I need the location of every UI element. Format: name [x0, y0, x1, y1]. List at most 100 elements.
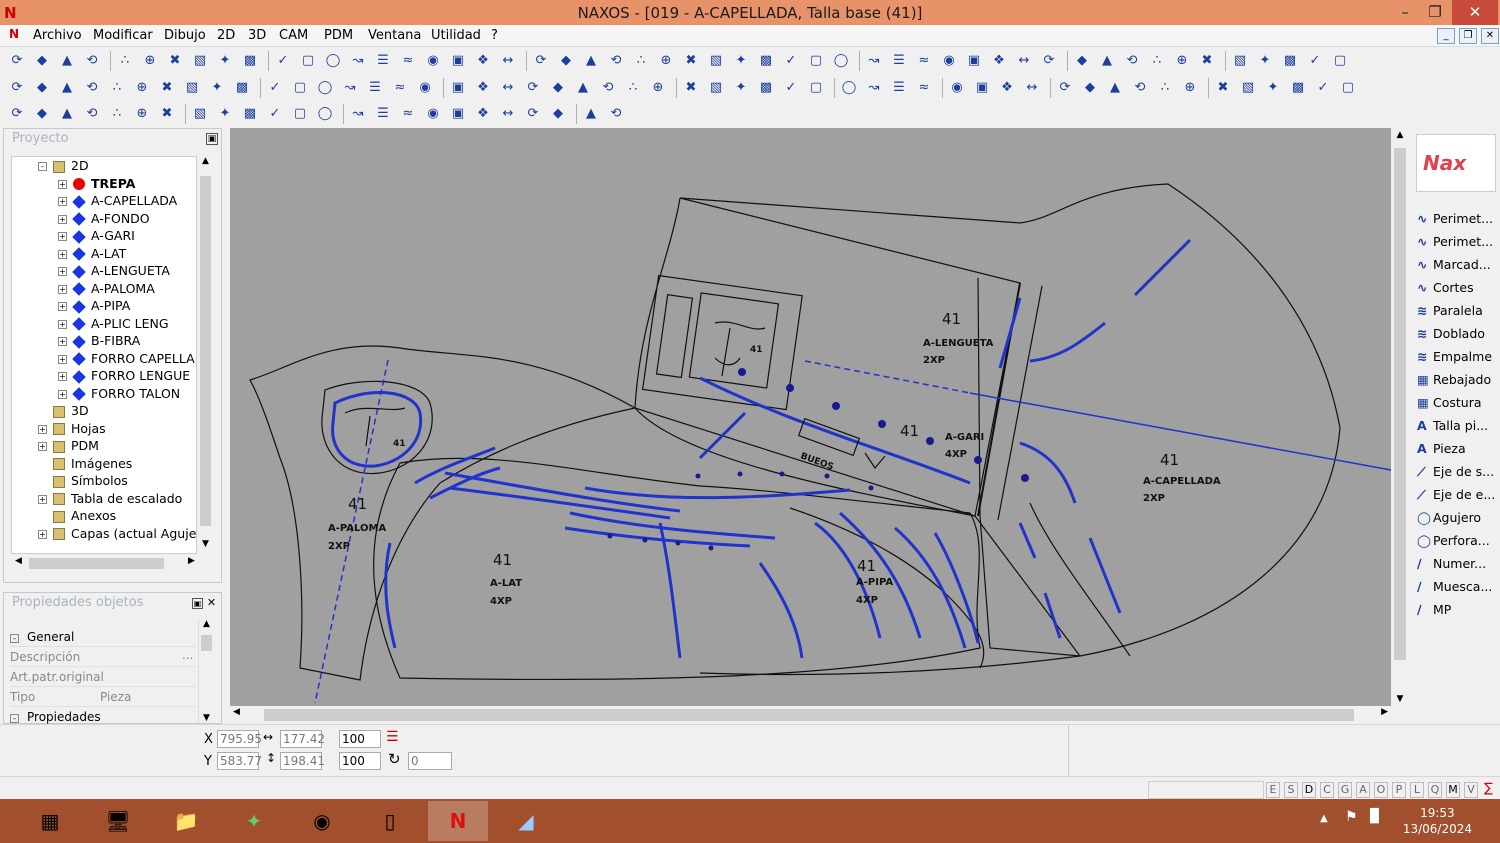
- angle-field[interactable]: 0: [408, 752, 452, 770]
- toolbar-tool-icon[interactable]: ▩: [1281, 52, 1299, 70]
- toolbar-tool-icon[interactable]: ∴: [1148, 52, 1166, 70]
- toolbar-tool-icon[interactable]: ✦: [1264, 79, 1282, 97]
- toolbar-tool-icon[interactable]: ⟲: [83, 52, 101, 70]
- tree-node[interactable]: + B-FIBRA: [58, 332, 140, 349]
- status-toggle-m[interactable]: M: [1446, 782, 1460, 798]
- toolbar-tool-icon[interactable]: ▩: [757, 79, 775, 97]
- tree-node[interactable]: +Anexos: [38, 507, 116, 524]
- rotate-icon[interactable]: ↻: [388, 750, 401, 768]
- expand-icon[interactable]: +: [58, 214, 67, 224]
- tool-item[interactable]: ◯ Perfora...: [1417, 530, 1490, 552]
- toolbar-tool-icon[interactable]: ⟲: [599, 79, 617, 97]
- toolbar-tool-icon[interactable]: ⊕: [133, 79, 151, 97]
- taskbar-app-icon[interactable]: ✦: [224, 801, 284, 841]
- tree-node[interactable]: + A-LAT: [58, 245, 126, 262]
- tree-node[interactable]: +Símbolos: [38, 472, 128, 489]
- expand-icon[interactable]: +: [58, 197, 67, 206]
- toolbar-tool-icon[interactable]: ⟲: [607, 52, 625, 70]
- toolbar-tool-icon[interactable]: ↔: [499, 52, 517, 70]
- expand-icon[interactable]: +: [58, 179, 67, 189]
- status-toggle-v[interactable]: V: [1464, 782, 1478, 798]
- scroll-right-icon[interactable]: ▶: [1381, 707, 1388, 717]
- toolbar-tool-icon[interactable]: ◆: [1073, 52, 1091, 70]
- height-field[interactable]: 198.41: [280, 752, 325, 770]
- toolbar-tool-icon[interactable]: ❖: [998, 79, 1016, 97]
- menu-pdm[interactable]: PDM: [324, 28, 353, 43]
- tree-vertical-scrollbar[interactable]: ▲ ▼: [198, 156, 213, 554]
- scale-y-field[interactable]: 100: [339, 752, 381, 770]
- menu-ventana[interactable]: Ventana: [368, 28, 421, 43]
- toolbar-tool-icon[interactable]: ◉: [424, 105, 442, 123]
- toolbar-tool-icon[interactable]: ✓: [266, 105, 284, 123]
- toolbar-tool-icon[interactable]: ▣: [973, 79, 991, 97]
- toolbar-tool-icon[interactable]: ∴: [108, 105, 126, 123]
- toolbar-tool-icon[interactable]: ▧: [1239, 79, 1257, 97]
- toolbar-tool-icon[interactable]: ⟲: [607, 105, 625, 123]
- tool-item[interactable]: ▦ Rebajado: [1417, 369, 1491, 391]
- toolbar-tool-icon[interactable]: ❖: [474, 105, 492, 123]
- toolbar-tool-icon[interactable]: ⟳: [524, 79, 542, 97]
- toolbar-tool-icon[interactable]: ▲: [58, 105, 76, 123]
- toolbar-tool-icon[interactable]: ✦: [216, 52, 234, 70]
- toolbar-tool-icon[interactable]: ◆: [557, 52, 575, 70]
- toolbar-tool-icon[interactable]: ⊕: [657, 52, 675, 70]
- toolbar-tool-icon[interactable]: ☰: [890, 52, 908, 70]
- toolbar-tool-icon[interactable]: ⟲: [1131, 79, 1149, 97]
- toolbar-tool-icon[interactable]: ✖: [158, 79, 176, 97]
- expand-icon[interactable]: +: [58, 302, 67, 311]
- mdi-restore-button[interactable]: ❐: [1459, 28, 1477, 44]
- toolbar-tool-icon[interactable]: ◉: [424, 52, 442, 70]
- ellipsis-button[interactable]: ...: [182, 645, 193, 665]
- toolbar-tool-icon[interactable]: ✖: [682, 79, 700, 97]
- close-button[interactable]: ✕: [1452, 0, 1498, 25]
- toolbar-tool-icon[interactable]: ☰: [366, 79, 384, 97]
- tool-item[interactable]: ∿ Perimet...: [1417, 208, 1493, 230]
- toolbar-tool-icon[interactable]: ⊕: [141, 52, 159, 70]
- toolbar-tool-icon[interactable]: ↝: [865, 79, 883, 97]
- toolbar-tool-icon[interactable]: ⊕: [1173, 52, 1191, 70]
- status-toggle-o[interactable]: O: [1374, 782, 1388, 798]
- drawing-canvas[interactable]: 41 A-LENGUETA 2XP 41 A-GARI 4XP 41 A-CAP…: [230, 128, 1392, 706]
- toolbar-tool-icon[interactable]: ⟳: [8, 105, 26, 123]
- toolbar-tool-icon[interactable]: ≈: [399, 105, 417, 123]
- tree-node[interactable]: + A-PALOMA: [58, 280, 155, 297]
- scroll-left-icon[interactable]: ◀: [11, 556, 26, 566]
- toolbar-tool-icon[interactable]: ▲: [582, 105, 600, 123]
- width-field[interactable]: 177.42: [280, 730, 325, 748]
- prop-row-tipo[interactable]: Tipo Pieza: [10, 687, 196, 707]
- toolbar-tool-icon[interactable]: ▣: [965, 52, 983, 70]
- system-clock[interactable]: 19:53 13/06/2024: [1403, 805, 1472, 837]
- tree-node[interactable]: + FORRO LENGUE: [58, 367, 190, 384]
- tree-node[interactable]: + Capas (actual Agujeros: [38, 525, 196, 542]
- menu-3d[interactable]: 3D: [248, 28, 266, 43]
- toolbar-tool-icon[interactable]: ❖: [990, 52, 1008, 70]
- toolbar-tool-icon[interactable]: ▣: [449, 52, 467, 70]
- x-coordinate-field[interactable]: 795.95: [217, 730, 262, 748]
- scroll-down-icon[interactable]: ▼: [198, 539, 213, 554]
- tree-node[interactable]: + TREPA: [58, 175, 135, 192]
- toolbar-tool-icon[interactable]: ▧: [191, 52, 209, 70]
- tree-node[interactable]: + FORRO TALON: [58, 385, 180, 402]
- expand-icon[interactable]: +: [38, 424, 47, 434]
- tool-item[interactable]: ◯ Agujero: [1417, 507, 1481, 529]
- scroll-down-icon[interactable]: ▼: [199, 713, 214, 723]
- toolbar-tool-icon[interactable]: ≈: [391, 79, 409, 97]
- toolbar-tool-icon[interactable]: ❖: [474, 79, 492, 97]
- menu-2d[interactable]: 2D: [217, 28, 235, 43]
- expand-icon[interactable]: -: [38, 162, 47, 171]
- toolbar-tool-icon[interactable]: ✦: [1256, 52, 1274, 70]
- tool-item[interactable]: ∕ Muesca...: [1417, 576, 1492, 598]
- mdi-close-button[interactable]: ✕: [1481, 28, 1499, 44]
- status-toggle-g[interactable]: G: [1338, 782, 1352, 798]
- toolbar-tool-icon[interactable]: ▩: [233, 79, 251, 97]
- toolbar-tool-icon[interactable]: ↝: [349, 105, 367, 123]
- tree-node[interactable]: +3D: [38, 402, 89, 419]
- tree-node[interactable]: - 2D: [38, 157, 89, 174]
- toolbar-tool-icon[interactable]: ✓: [782, 79, 800, 97]
- toolbar-tool-icon[interactable]: ≈: [915, 79, 933, 97]
- toolbar-tool-icon[interactable]: ✦: [216, 105, 234, 123]
- tree-horizontal-scrollbar[interactable]: ◀ ▶: [11, 556, 199, 571]
- toolbar-tool-icon[interactable]: ◆: [549, 79, 567, 97]
- toolbar-tool-icon[interactable]: ▧: [183, 79, 201, 97]
- expand-icon[interactable]: +: [58, 389, 67, 399]
